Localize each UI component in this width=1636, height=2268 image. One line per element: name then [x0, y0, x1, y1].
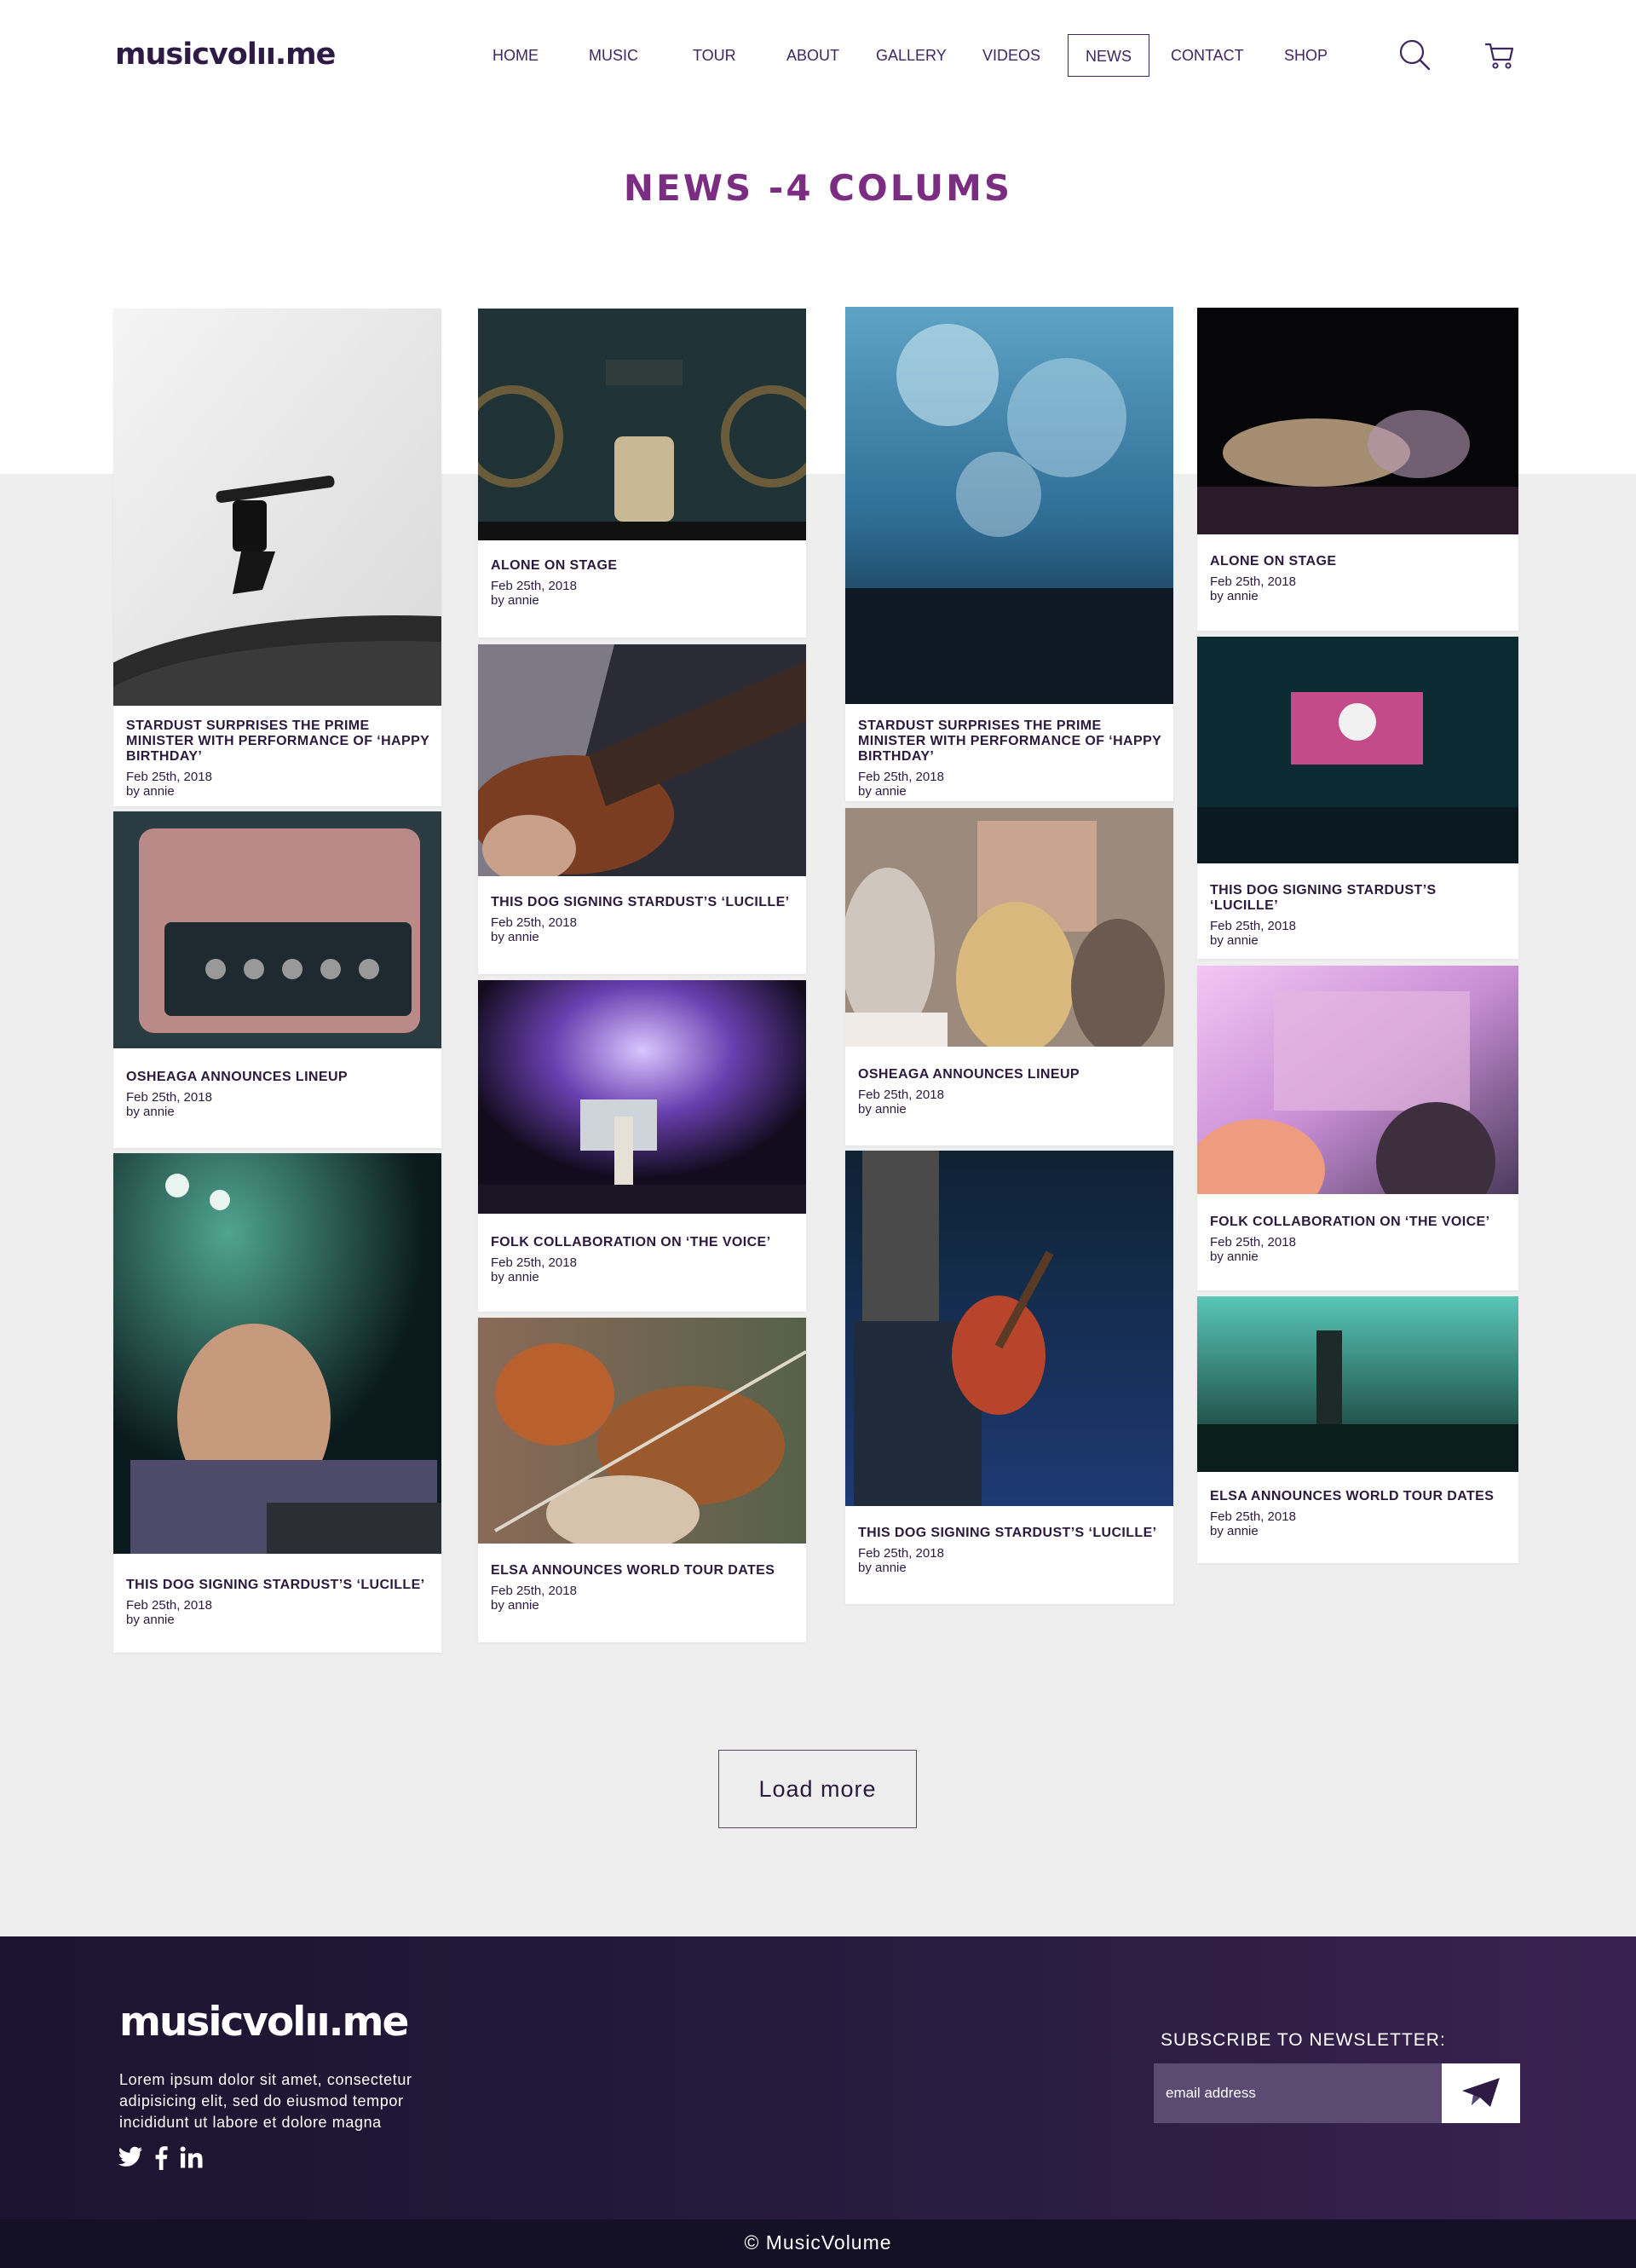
news-card[interactable]: ALONE ON STAGE Feb 25th, 2018 by annie	[1197, 308, 1518, 631]
singer-stage-photo	[1197, 1296, 1518, 1472]
concert-crowd-photo	[1197, 308, 1518, 534]
guitarist-photo	[845, 1151, 1173, 1506]
newsletter-title: SUBSCRIBE TO NEWSLETTER:	[1161, 2030, 1446, 2050]
news-card[interactable]: ALONE ON STAGE Feb 25th, 2018 by annie	[478, 309, 806, 638]
card-author: by annie	[126, 1105, 175, 1119]
confetti-crowd-photo	[845, 307, 1173, 704]
card-title[interactable]: OSHEAGA ANNOUNCES LINEUP	[858, 1067, 1163, 1082]
card-author: by annie	[1210, 589, 1259, 603]
guitar-closeup-photo	[478, 644, 806, 876]
card-title[interactable]: FOLK COLLABORATION ON ‘THE VOICE’	[491, 1235, 796, 1250]
card-author: by annie	[1210, 1524, 1259, 1538]
paper-plane-icon	[1462, 2077, 1500, 2107]
amplifier-photo	[113, 811, 441, 1048]
card-title[interactable]: ALONE ON STAGE	[491, 558, 796, 574]
card-date: Feb 25th, 2018	[126, 1598, 212, 1613]
card-title[interactable]: STARDUST SURPRISES THE PRIME MINISTER WI…	[858, 718, 1163, 765]
load-more-button[interactable]: Load more	[718, 1750, 917, 1828]
card-author: by annie	[491, 930, 539, 944]
card-title[interactable]: ALONE ON STAGE	[1210, 554, 1508, 569]
news-card[interactable]: FOLK COLLABORATION ON ‘THE VOICE’ Feb 25…	[478, 980, 806, 1312]
card-date: Feb 25th, 2018	[1210, 1509, 1296, 1524]
bokeh-crowd-photo	[1197, 966, 1518, 1194]
news-card[interactable]: ELSA ANNOUNCES WORLD TOUR DATES Feb 25th…	[478, 1318, 806, 1642]
news-card[interactable]: STARDUST SURPRISES THE PRIME MINISTER WI…	[845, 307, 1173, 801]
card-title[interactable]: THIS DOG SIGNING STARDUST’S ‘LUCILLE’	[491, 895, 796, 910]
news-card[interactable]: THIS DOG SIGNING STARDUST’S ‘LUCILLE’ Fe…	[478, 644, 806, 974]
cart-icon[interactable]	[1483, 38, 1517, 72]
card-title[interactable]: FOLK COLLABORATION ON ‘THE VOICE’	[1210, 1215, 1508, 1230]
card-date: Feb 25th, 2018	[1210, 574, 1296, 589]
card-date: Feb 25th, 2018	[858, 1088, 944, 1102]
card-author: by annie	[126, 784, 175, 799]
news-card[interactable]: OSHEAGA ANNOUNCES LINEUP Feb 25th, 2018 …	[845, 808, 1173, 1146]
card-date: Feb 25th, 2018	[858, 1546, 944, 1561]
card-author: by annie	[858, 1102, 907, 1117]
news-card[interactable]: THIS DOG SIGNING STARDUST’S ‘LUCILLE’ Fe…	[113, 1153, 441, 1653]
card-date: Feb 25th, 2018	[491, 1255, 577, 1270]
news-card[interactable]: STARDUST SURPRISES THE PRIME MINISTER WI…	[113, 309, 441, 806]
nav-tour[interactable]: TOUR	[693, 34, 736, 77]
copyright-text: © MusicVolume	[744, 2231, 892, 2254]
news-card[interactable]: THIS DOG SIGNING STARDUST’S ‘LUCILLE’ Fe…	[1197, 637, 1518, 959]
footer-description: Lorem ipsum dolor sit amet, consectetur …	[119, 2071, 412, 2131]
nav-about[interactable]: ABOUT	[786, 34, 839, 77]
nav-home[interactable]: HOME	[493, 34, 539, 77]
send-button[interactable]	[1442, 2063, 1520, 2123]
card-author: by annie	[491, 1598, 539, 1613]
nav-videos[interactable]: VIDEOS	[982, 34, 1040, 77]
nav-news[interactable]: NEWS	[1068, 34, 1149, 77]
card-date: Feb 25th, 2018	[491, 579, 577, 593]
card-date: Feb 25th, 2018	[126, 1090, 212, 1105]
email-field[interactable]	[1154, 2063, 1442, 2123]
card-title[interactable]: THIS DOG SIGNING STARDUST’S ‘LUCILLE’	[858, 1526, 1163, 1541]
news-card[interactable]: ELSA ANNOUNCES WORLD TOUR DATES Feb 25th…	[1197, 1296, 1518, 1563]
nav-music[interactable]: MUSIC	[589, 34, 638, 77]
violin-photo	[478, 1318, 806, 1544]
card-title[interactable]: THIS DOG SIGNING STARDUST’S ‘LUCILLE’	[126, 1578, 431, 1593]
card-author: by annie	[491, 593, 539, 608]
card-author: by annie	[858, 784, 907, 799]
card-title[interactable]: ELSA ANNOUNCES WORLD TOUR DATES	[1210, 1489, 1508, 1504]
card-date: Feb 25th, 2018	[1210, 1235, 1296, 1249]
page-title: NEWS -4 COLUMS	[623, 167, 1013, 209]
festival-crowd-photo	[845, 808, 1173, 1047]
facebook-icon[interactable]	[154, 2146, 168, 2172]
card-title[interactable]: STARDUST SURPRISES THE PRIME MINISTER WI…	[126, 718, 431, 765]
card-date: Feb 25th, 2018	[1210, 919, 1296, 933]
twitter-icon[interactable]	[118, 2146, 143, 2172]
card-author: by annie	[858, 1561, 907, 1575]
card-date: Feb 25th, 2018	[491, 915, 577, 930]
card-title[interactable]: ELSA ANNOUNCES WORLD TOUR DATES	[491, 1563, 796, 1578]
mason-jar-photo	[478, 309, 806, 540]
stage-lights-photo	[478, 980, 806, 1214]
news-card[interactable]: OSHEAGA ANNOUNCES LINEUP Feb 25th, 2018 …	[113, 811, 441, 1148]
card-author: by annie	[126, 1613, 175, 1627]
news-card[interactable]: THIS DOG SIGNING STARDUST’S ‘LUCILLE’ Fe…	[845, 1151, 1173, 1604]
dj-photo	[113, 1153, 441, 1554]
footer-logo[interactable]: musicvolıı.me	[119, 1999, 409, 2046]
card-author: by annie	[1210, 1249, 1259, 1264]
card-date: Feb 25th, 2018	[858, 770, 944, 784]
search-icon[interactable]	[1397, 38, 1432, 72]
card-date: Feb 25th, 2018	[491, 1584, 577, 1598]
nav-contact[interactable]: CONTACT	[1171, 34, 1244, 77]
card-date: Feb 25th, 2018	[126, 770, 212, 784]
card-author: by annie	[491, 1270, 539, 1284]
card-title[interactable]: THIS DOG SIGNING STARDUST’S ‘LUCILLE’	[1210, 883, 1508, 914]
nav-shop[interactable]: SHOP	[1284, 34, 1328, 77]
card-author: by annie	[1210, 933, 1259, 948]
site-logo[interactable]: musicvolıı.me	[115, 38, 336, 72]
news-card[interactable]: FOLK COLLABORATION ON ‘THE VOICE’ Feb 25…	[1197, 966, 1518, 1290]
turntable-photo	[113, 309, 441, 706]
linkedin-icon[interactable]	[180, 2146, 204, 2172]
dj-screen-photo	[1197, 637, 1518, 863]
nav-gallery[interactable]: GALLERY	[876, 34, 947, 77]
card-title[interactable]: OSHEAGA ANNOUNCES LINEUP	[126, 1070, 431, 1085]
